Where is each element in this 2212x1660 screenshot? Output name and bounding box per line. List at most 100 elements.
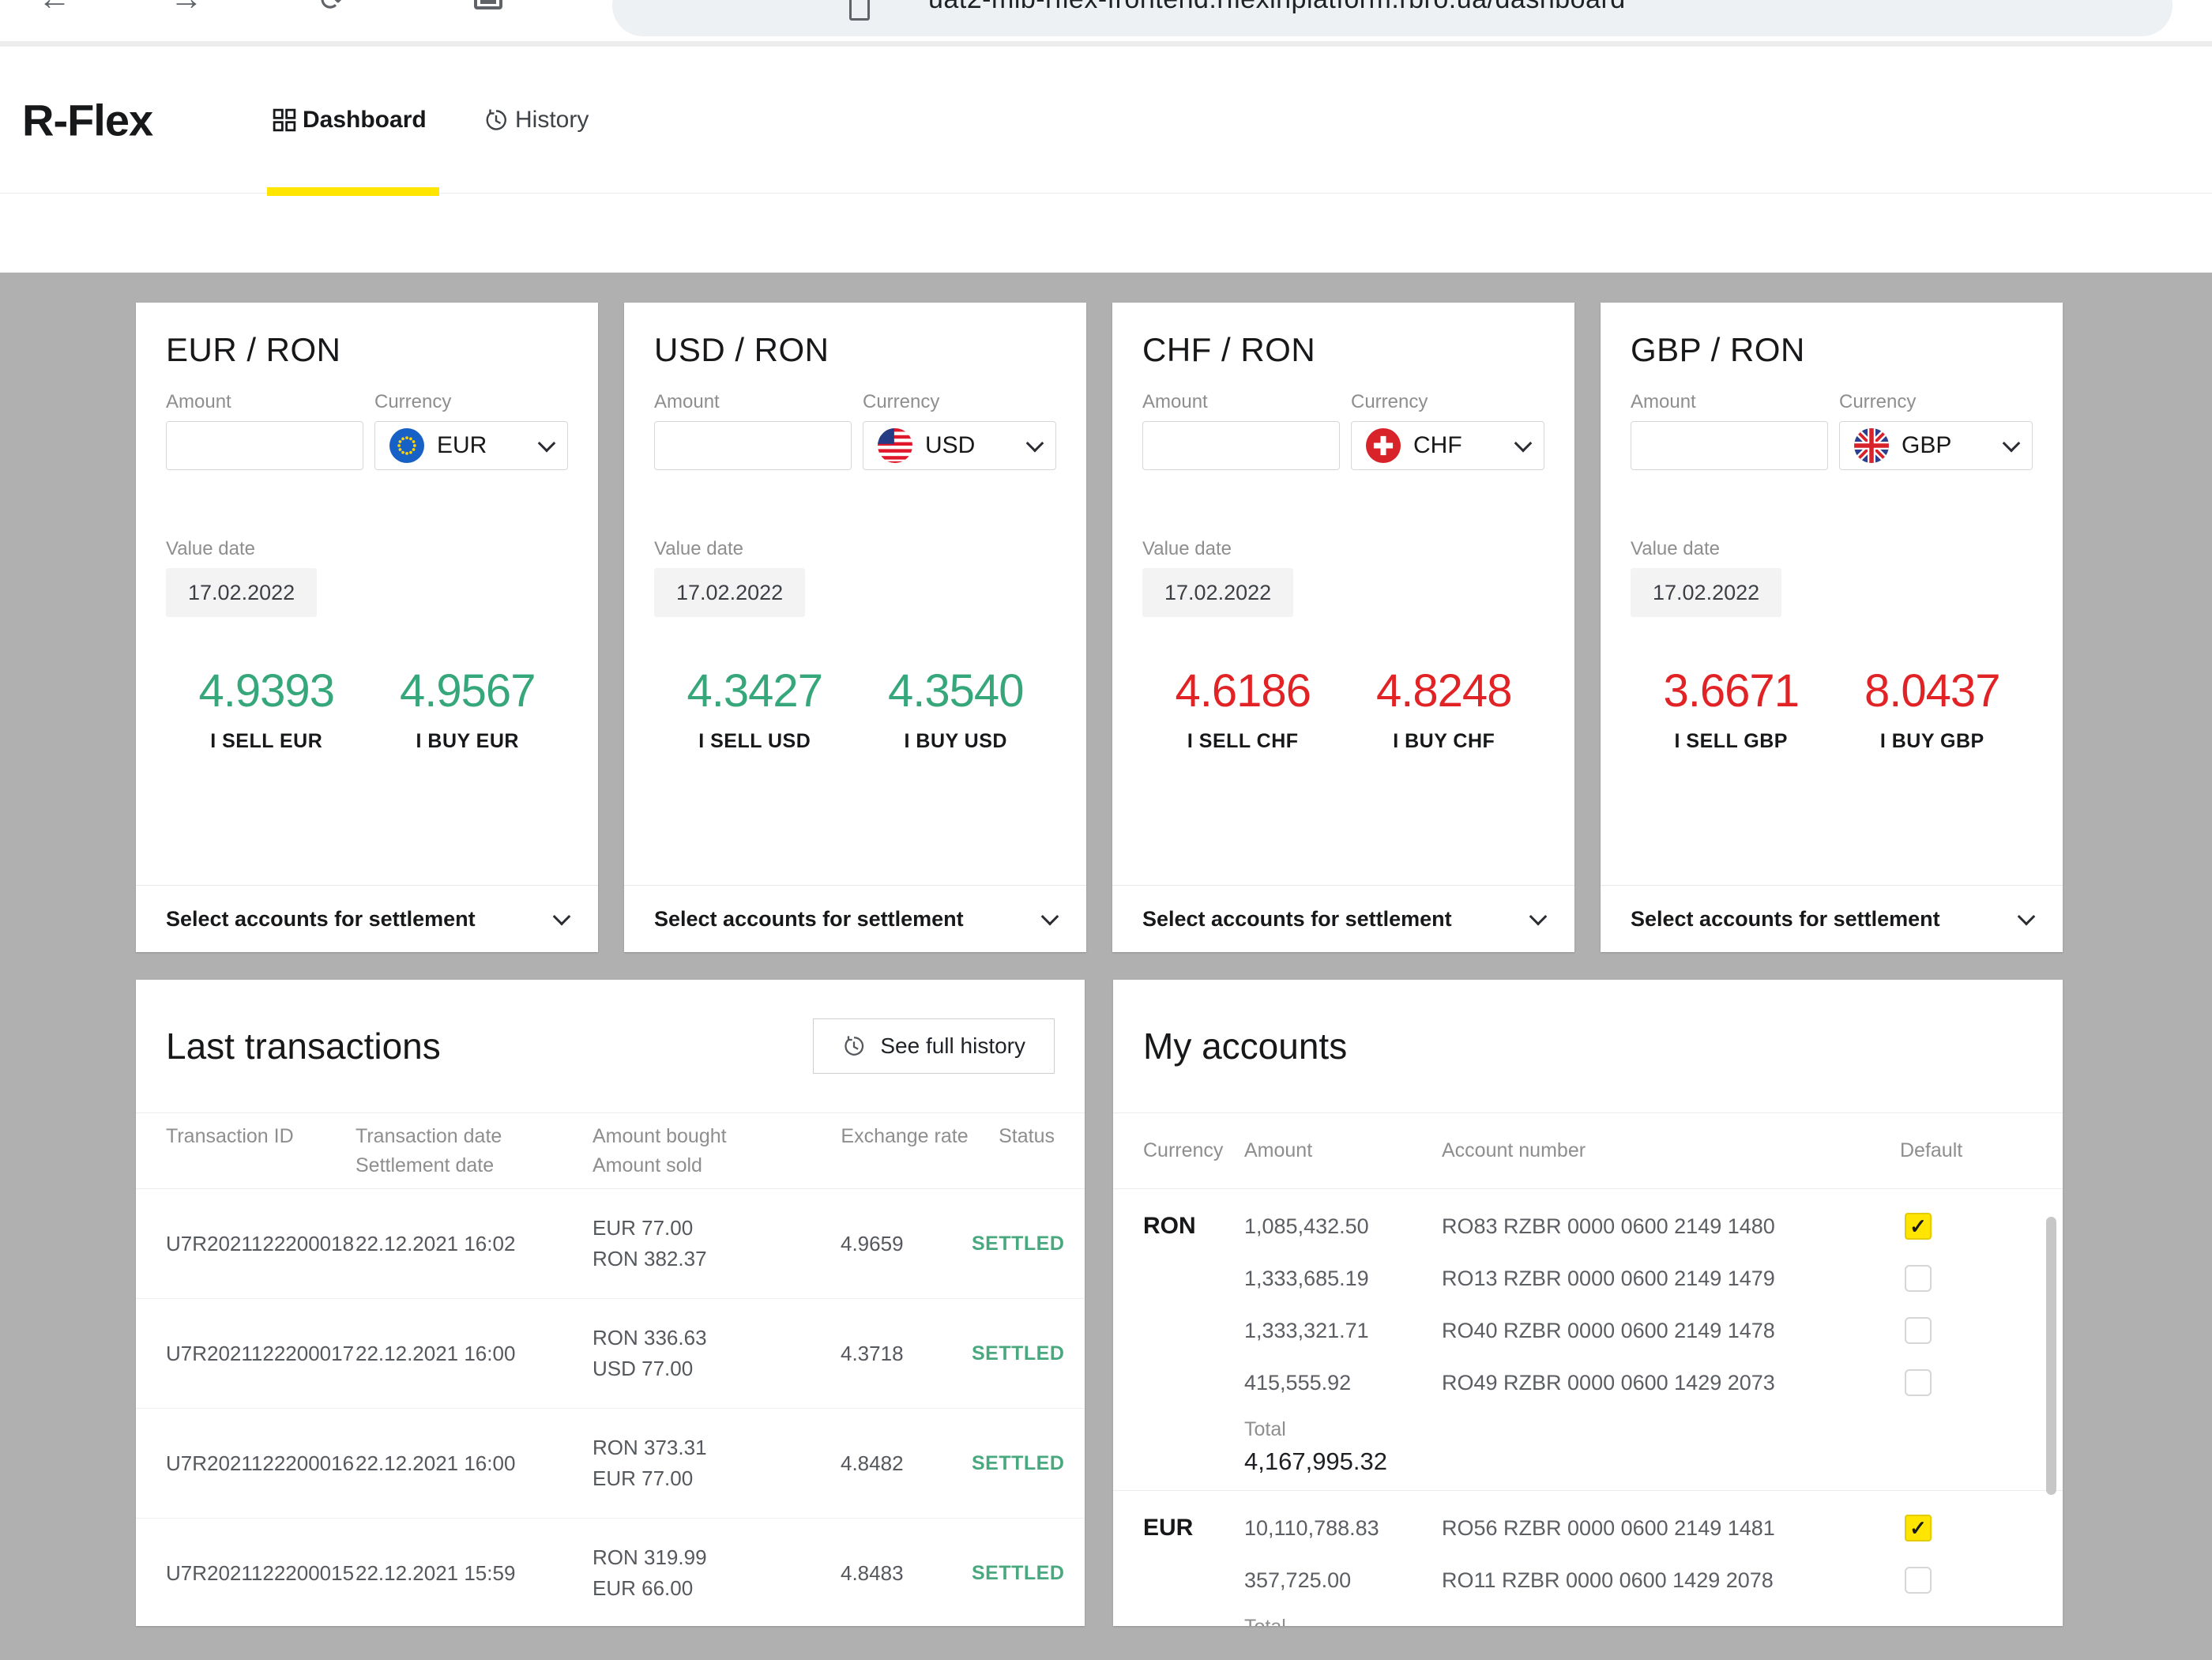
accounts-table-header: Currency Amount Account number Default <box>1113 1112 2063 1189</box>
value-date-chip: 17.02.2022 <box>1142 568 1293 617</box>
tab-history[interactable]: History <box>483 107 589 134</box>
transaction-amounts: EUR 77.00 RON 382.37 <box>592 1213 837 1274</box>
col-transaction-id: Transaction ID <box>166 1122 356 1180</box>
chevron-down-icon <box>2003 435 2021 453</box>
amount-label: Amount <box>654 391 852 413</box>
transaction-id: U7R2021122200016 <box>166 1451 356 1476</box>
account-currency: EUR <box>1143 1515 1244 1541</box>
gb-flag-icon <box>1854 428 1889 463</box>
chevron-down-icon <box>538 435 556 453</box>
col-exchange-rate: Exchange rate <box>837 1122 972 1180</box>
col-dates: Transaction date Settlement date <box>356 1122 592 1180</box>
card-title: CHF / RON <box>1142 331 1544 369</box>
site-permissions-icon[interactable] <box>849 0 870 21</box>
browser-save-icon[interactable] <box>474 0 502 9</box>
last-transactions-panel: Last transactions See full history Trans… <box>136 980 1085 1626</box>
ch-flag-icon <box>1366 428 1401 463</box>
settlement-accounts-select[interactable]: Select accounts for settlement <box>624 885 1086 952</box>
browser-forward-icon[interactable]: → <box>170 0 203 17</box>
transactions-title: Last transactions <box>166 1025 441 1067</box>
amount-input[interactable] <box>654 421 852 470</box>
account-group-eur: EUR 10,110,788.83 RO56 RZBR 0000 0600 21… <box>1113 1491 2063 1626</box>
transaction-rate: 4.9659 <box>837 1232 972 1256</box>
account-number: RO83 RZBR 0000 0600 2149 1480 <box>1442 1214 1900 1239</box>
see-full-history-button[interactable]: See full history <box>813 1018 1055 1074</box>
account-row: 357,725.00 RO11 RZBR 0000 0600 1429 2078 <box>1113 1554 2063 1606</box>
transaction-status: SETTLED <box>972 1452 1064 1475</box>
currency-label: Currency <box>374 391 568 413</box>
buy-rate: 8.0437 <box>1832 664 2033 717</box>
amount-input[interactable] <box>1631 421 1828 470</box>
currency-code: GBP <box>1902 432 1992 459</box>
settlement-accounts-select[interactable]: Select accounts for settlement <box>1601 885 2063 952</box>
default-checkbox[interactable] <box>1905 1213 1932 1240</box>
dashboard-grid-icon <box>273 108 296 132</box>
buy-rate: 4.8248 <box>1344 664 1545 717</box>
settlement-accounts-select[interactable]: Select accounts for settlement <box>1112 885 1574 952</box>
account-number: RO40 RZBR 0000 0600 2149 1478 <box>1442 1319 1900 1343</box>
transaction-id: U7R2021122200015 <box>166 1561 356 1586</box>
address-bar[interactable]: uat2-mib-rflex-frontend.rflexinplatform.… <box>612 0 2172 36</box>
amount-input[interactable] <box>166 421 363 470</box>
accounts-title: My accounts <box>1143 1025 1347 1067</box>
account-row: 1,333,321.71 RO40 RZBR 0000 0600 2149 14… <box>1113 1304 2063 1357</box>
browser-refresh-icon[interactable]: ⟳ <box>320 0 345 18</box>
card-title: USD / RON <box>654 331 1056 369</box>
buy-rate: 4.3540 <box>856 664 1057 717</box>
tab-dashboard[interactable]: Dashboard <box>273 107 427 134</box>
account-currency: RON <box>1143 1213 1244 1240</box>
currency-select[interactable]: EUR <box>374 421 568 470</box>
accounts-scrollbar[interactable] <box>2046 1217 2056 1495</box>
chevron-down-icon <box>1529 908 1548 926</box>
value-date-label: Value date <box>1631 538 2033 560</box>
currency-code: EUR <box>437 432 528 459</box>
account-amount: 357,725.00 <box>1244 1568 1442 1593</box>
default-checkbox[interactable] <box>1905 1567 1932 1594</box>
total-value: 4,167,995.32 <box>1244 1447 2033 1476</box>
buy-rate-label: I BUY GBP <box>1832 730 2033 753</box>
app-logo: R-Flex <box>22 94 152 145</box>
settlement-accounts-select[interactable]: Select accounts for settlement <box>136 885 598 952</box>
currency-select[interactable]: CHF <box>1351 421 1544 470</box>
amount-label: Amount <box>1631 391 1828 413</box>
transaction-amounts: RON 373.31 EUR 77.00 <box>592 1432 837 1494</box>
value-date-chip: 17.02.2022 <box>1631 568 1781 617</box>
card-title: GBP / RON <box>1631 331 2033 369</box>
col-account-number: Account number <box>1442 1136 1900 1165</box>
total-label: Total <box>1244 1418 2033 1441</box>
default-checkbox[interactable] <box>1905 1369 1932 1396</box>
transactions-table-header: Transaction ID Transaction date Settleme… <box>136 1112 1085 1189</box>
default-checkbox[interactable] <box>1905 1317 1932 1344</box>
account-row: EUR 10,110,788.83 RO56 RZBR 0000 0600 21… <box>1113 1502 2063 1554</box>
settlement-label: Select accounts for settlement <box>1631 907 1940 932</box>
sell-rate-label: I SELL GBP <box>1631 730 1832 753</box>
currency-select[interactable]: GBP <box>1839 421 2033 470</box>
transaction-row: U7R2021122200015 22.12.2021 15:59 RON 31… <box>136 1519 1085 1626</box>
buy-rate-label: I BUY USD <box>856 730 1057 753</box>
fx-cards-row: EUR / RON Amount Currency <box>136 303 2063 952</box>
value-date-chip: 17.02.2022 <box>166 568 317 617</box>
default-checkbox[interactable] <box>1905 1265 1932 1292</box>
see-full-history-label: See full history <box>880 1033 1025 1059</box>
currency-label: Currency <box>1839 391 2033 413</box>
amount-label: Amount <box>166 391 363 413</box>
browser-back-icon[interactable]: ← <box>38 0 71 17</box>
sell-rate-label: I SELL USD <box>654 730 856 753</box>
amount-label: Amount <box>1142 391 1340 413</box>
currency-code: CHF <box>1413 432 1504 459</box>
transaction-amounts: RON 336.63 USD 77.00 <box>592 1323 837 1384</box>
transaction-date: 22.12.2021 15:59 <box>356 1561 592 1586</box>
account-group-total: Total <box>1113 1606 2063 1626</box>
default-checkbox[interactable] <box>1905 1515 1932 1541</box>
sell-rate-label: I SELL CHF <box>1142 730 1344 753</box>
account-group-total: Total 4,167,995.32 <box>1113 1409 2063 1476</box>
amount-input[interactable] <box>1142 421 1340 470</box>
currency-select[interactable]: USD <box>863 421 1056 470</box>
col-amounts: Amount bought Amount sold <box>592 1122 837 1180</box>
transaction-date: 22.12.2021 16:02 <box>356 1232 592 1256</box>
buy-rate-label: I BUY CHF <box>1344 730 1545 753</box>
history-clock-icon <box>483 107 509 133</box>
us-flag-icon <box>878 428 912 463</box>
currency-label: Currency <box>1351 391 1544 413</box>
account-number: RO13 RZBR 0000 0600 2149 1479 <box>1442 1267 1900 1291</box>
